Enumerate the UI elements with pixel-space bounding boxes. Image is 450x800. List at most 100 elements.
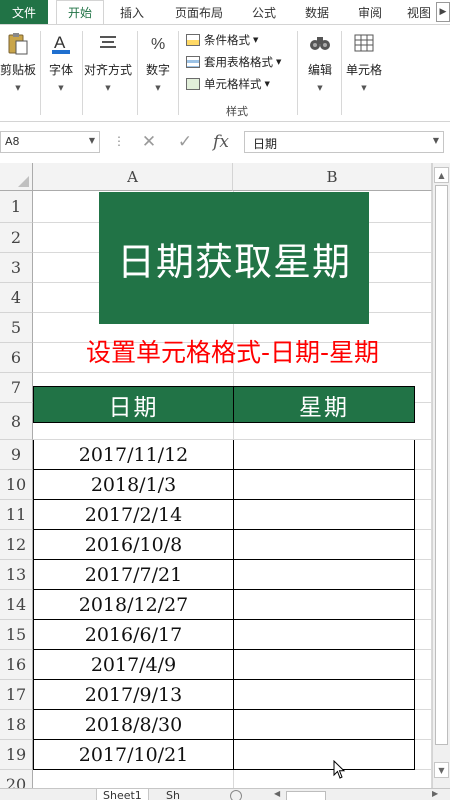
date-cell[interactable]: 2018/8/30 xyxy=(33,710,234,740)
row-header[interactable]: 10 xyxy=(0,470,33,500)
weekday-cell[interactable] xyxy=(233,500,415,530)
date-cell[interactable]: 2018/1/3 xyxy=(33,470,234,500)
worksheet-grid[interactable]: A B 1 2 3 4 5 6 7 8 9 10 11 12 13 14 15 16 17 18 19 20 日期获取… xyxy=(0,163,432,788)
weekday-cell[interactable] xyxy=(233,560,415,590)
date-cell[interactable]: 2017/4/9 xyxy=(33,650,234,680)
font-group[interactable]: A 字体 ▼ xyxy=(44,29,78,92)
clipboard-group[interactable]: 剪贴板 ▼ xyxy=(0,29,36,92)
header-cell-weekday[interactable]: 星期 xyxy=(233,386,415,423)
chevron-down-icon[interactable]: ▼ xyxy=(433,136,439,145)
scroll-up-icon[interactable]: ▲ xyxy=(434,167,449,183)
conditional-format-label: 条件格式 xyxy=(204,33,250,47)
date-cell[interactable]: 2016/10/8 xyxy=(33,530,234,560)
number-label: 数字 xyxy=(145,63,170,77)
sheet-tab-sheet1[interactable]: Sheet1 xyxy=(96,789,149,800)
column-header-a[interactable]: A xyxy=(33,163,233,191)
row-header[interactable]: 6 xyxy=(0,343,33,373)
vertical-scroll-thumb[interactable] xyxy=(435,185,448,745)
tab-review[interactable]: 审阅 xyxy=(346,0,394,24)
scroll-right-icon[interactable]: ▶ xyxy=(432,789,438,798)
row-header[interactable]: 5 xyxy=(0,313,33,343)
horizontal-scroll-thumb[interactable] xyxy=(286,791,326,800)
tab-page-layout[interactable]: 页面布局 xyxy=(162,0,236,24)
row-header[interactable]: 13 xyxy=(0,560,33,590)
alignment-label: 对齐方式 xyxy=(84,63,133,77)
tab-home[interactable]: 开始 xyxy=(56,0,104,24)
formula-content: 日期 xyxy=(253,137,278,151)
formula-bar-grip-icon[interactable]: ⋮ xyxy=(113,134,125,148)
vertical-scrollbar[interactable]: ▲ ▼ xyxy=(432,163,450,788)
row-header[interactable]: 17 xyxy=(0,680,33,710)
binoculars-icon xyxy=(306,29,334,57)
title-banner[interactable]: 日期获取星期 xyxy=(99,192,369,324)
formula-input[interactable]: 日期 ▼ xyxy=(244,131,444,153)
insert-function-button[interactable]: fx xyxy=(208,131,234,153)
mouse-cursor-icon xyxy=(333,760,346,779)
date-cell[interactable]: 2017/2/14 xyxy=(33,500,234,530)
weekday-cell[interactable] xyxy=(233,710,415,740)
row-header[interactable]: 2 xyxy=(0,223,33,253)
date-cell[interactable]: 2017/11/12 xyxy=(33,440,234,470)
conditional-format-button[interactable]: 条件格式 ▼ xyxy=(186,31,258,49)
name-box[interactable]: A8 ▼ xyxy=(0,131,100,153)
row-header[interactable]: 11 xyxy=(0,500,33,530)
font-color-icon: A xyxy=(47,29,75,57)
weekday-cell[interactable] xyxy=(233,590,415,620)
row-header[interactable]: 15 xyxy=(0,620,33,650)
weekday-cell[interactable] xyxy=(233,680,415,710)
row-header[interactable]: 8 xyxy=(0,403,33,440)
tab-scroll-right-icon[interactable]: ▶ xyxy=(436,2,450,22)
enter-icon[interactable]: ✓ xyxy=(172,131,198,153)
align-icon xyxy=(94,29,122,57)
scroll-down-icon[interactable]: ▼ xyxy=(434,762,449,778)
tab-data[interactable]: 数据 xyxy=(293,0,341,24)
weekday-cell[interactable] xyxy=(233,740,415,770)
row-header[interactable]: 14 xyxy=(0,590,33,620)
cell-styles-button[interactable]: 单元格样式 ▼ xyxy=(186,75,270,93)
header-cell-date[interactable]: 日期 xyxy=(33,386,234,423)
tab-insert[interactable]: 插入 xyxy=(108,0,156,24)
divider xyxy=(178,31,179,115)
select-all-icon xyxy=(18,176,29,187)
percent-icon: % xyxy=(144,29,172,57)
weekday-cell[interactable] xyxy=(233,530,415,560)
scroll-left-icon[interactable]: ◀ xyxy=(274,789,280,798)
formula-bar: A8 ▼ ⋮ ✕ ✓ fx 日期 ▼ xyxy=(0,128,450,156)
subtitle-text[interactable]: 设置单元格格式-日期-星期 xyxy=(33,331,432,371)
row-header[interactable]: 20 xyxy=(0,770,33,788)
chevron-down-icon: ▼ xyxy=(15,84,21,92)
date-cell[interactable]: 2017/10/21 xyxy=(33,740,234,770)
row-header[interactable]: 19 xyxy=(0,740,33,770)
row-header[interactable]: 3 xyxy=(0,253,33,283)
cancel-icon[interactable]: ✕ xyxy=(136,131,162,153)
date-cell[interactable]: 2017/7/21 xyxy=(33,560,234,590)
chevron-down-icon[interactable]: ▼ xyxy=(89,136,95,145)
row-header[interactable]: 9 xyxy=(0,440,33,470)
sheet-tab-sheet2[interactable]: Sh xyxy=(160,789,186,800)
row-header[interactable]: 4 xyxy=(0,283,33,313)
weekday-cell[interactable] xyxy=(233,620,415,650)
weekday-cell[interactable] xyxy=(233,650,415,680)
format-as-table-button[interactable]: 套用表格格式 ▼ xyxy=(186,53,281,71)
number-group[interactable]: % 数字 ▼ xyxy=(142,29,174,92)
row-header[interactable]: 16 xyxy=(0,650,33,680)
alignment-group[interactable]: 对齐方式 ▼ xyxy=(84,29,132,92)
editing-group[interactable]: 编辑 ▼ xyxy=(303,29,337,92)
row-header[interactable]: 7 xyxy=(0,373,33,403)
date-cell[interactable]: 2017/9/13 xyxy=(33,680,234,710)
row-header[interactable]: 1 xyxy=(0,191,33,223)
row-header[interactable]: 12 xyxy=(0,530,33,560)
tab-file[interactable]: 文件 xyxy=(0,0,48,24)
tab-formulas[interactable]: 公式 xyxy=(240,0,288,24)
date-cell[interactable]: 2016/6/17 xyxy=(33,620,234,650)
add-sheet-icon[interactable] xyxy=(230,790,242,800)
row-header[interactable]: 18 xyxy=(0,710,33,740)
select-all-button[interactable] xyxy=(0,163,33,191)
weekday-cell[interactable] xyxy=(233,440,415,470)
chevron-down-icon: ▼ xyxy=(276,58,282,66)
weekday-cell[interactable] xyxy=(233,470,415,500)
tab-view[interactable]: 视图 xyxy=(400,0,438,24)
column-header-b[interactable]: B xyxy=(233,163,432,191)
date-cell[interactable]: 2018/12/27 xyxy=(33,590,234,620)
cells-group[interactable]: 单元格 ▼ xyxy=(344,29,384,92)
